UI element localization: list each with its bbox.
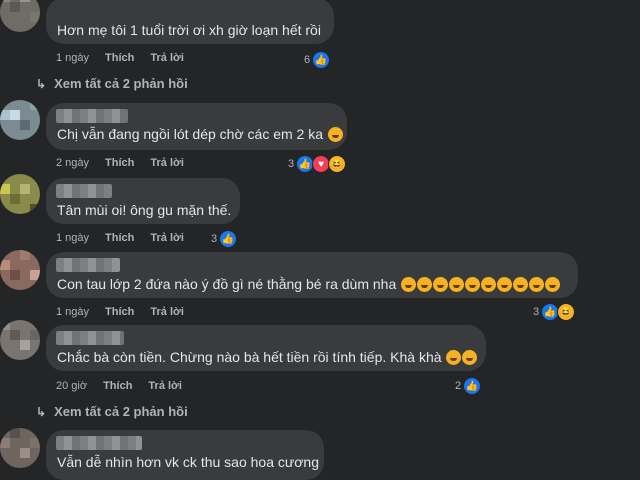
haha-reaction-icon: 😆 xyxy=(328,155,347,173)
comment-bubble: Chị vẫn đang ngồi lót dép chờ các em 2 k… xyxy=(46,103,347,150)
reply-button[interactable]: Trả lời xyxy=(150,306,184,318)
like-button[interactable]: Thích xyxy=(103,380,132,392)
avatar[interactable] xyxy=(0,428,40,468)
reply-arrow-icon: ↳ xyxy=(36,404,47,419)
laugh-emoji-icon xyxy=(529,277,545,292)
reaction-summary[interactable]: 2 👍 xyxy=(455,377,482,395)
comment-text: Chắc bà còn tiền. Chừng nào bà hết tiền … xyxy=(57,349,478,365)
comment-time[interactable]: 1 ngày xyxy=(56,306,89,318)
commenter-name[interactable] xyxy=(56,109,128,123)
reply-button[interactable]: Trả lời xyxy=(148,380,182,392)
commenter-name[interactable] xyxy=(56,331,124,345)
comment-time[interactable]: 1 ngày xyxy=(56,232,89,244)
like-reaction-icon: 👍 xyxy=(219,230,238,248)
like-button[interactable]: Thích xyxy=(105,157,134,169)
comment-text: Hơn mẹ tôi 1 tuổi trời ơi xh giờ loạn hế… xyxy=(57,22,321,38)
reaction-summary[interactable]: 3 👍 ♥ 😆 xyxy=(288,155,347,173)
haha-reaction-icon: 😆 xyxy=(557,303,576,321)
laugh-emoji-icon xyxy=(433,277,449,292)
comment-text: Vẫn dễ nhìn hơn vk ck thu sao hoa cương xyxy=(57,454,320,470)
laugh-emoji-icon xyxy=(481,277,497,292)
comment-bubble: Chắc bà còn tiền. Chừng nào bà hết tiền … xyxy=(46,325,486,371)
reaction-count: 3 xyxy=(211,233,218,245)
like-button[interactable]: Thích xyxy=(105,52,134,64)
commenter-name[interactable] xyxy=(56,184,112,198)
like-reaction-icon: 👍 xyxy=(312,51,331,69)
like-button[interactable]: Thích xyxy=(105,232,134,244)
laugh-emoji-icon xyxy=(446,350,462,365)
laugh-emoji-icon xyxy=(513,277,529,292)
laugh-emoji-icon xyxy=(462,350,478,365)
comment-time[interactable]: 1 ngày xyxy=(56,52,89,64)
laugh-emoji-icon xyxy=(401,277,417,292)
reaction-count: 3 xyxy=(288,158,295,170)
reaction-summary[interactable]: 3 👍 😆 xyxy=(533,303,576,321)
comment-bubble: Vẫn dễ nhìn hơn vk ck thu sao hoa cương xyxy=(46,430,324,480)
avatar[interactable] xyxy=(0,100,40,140)
like-reaction-icon: 👍 xyxy=(463,377,482,395)
comment-bubble: Con tau lớp 2 đứa nào ý đồ gì né thằng b… xyxy=(46,252,578,298)
avatar[interactable] xyxy=(0,174,40,214)
view-replies-link[interactable]: ↳ Xem tất cả 2 phản hồi xyxy=(36,76,188,91)
reaction-count: 2 xyxy=(455,380,462,392)
reply-button[interactable]: Trả lời xyxy=(150,232,184,244)
reaction-summary[interactable]: 6 👍 xyxy=(304,51,331,69)
laugh-emoji-icon xyxy=(449,277,465,292)
comment-time[interactable]: 2 ngày xyxy=(56,157,89,169)
reply-arrow-icon: ↳ xyxy=(36,76,47,91)
reaction-count: 3 xyxy=(533,306,540,318)
avatar[interactable] xyxy=(0,0,40,32)
reaction-summary[interactable]: 3 👍 xyxy=(211,230,238,248)
view-replies-label: Xem tất cả 2 phản hồi xyxy=(54,404,188,419)
reply-button[interactable]: Trả lời xyxy=(150,157,184,169)
avatar[interactable] xyxy=(0,250,40,290)
reaction-count: 6 xyxy=(304,54,311,66)
comment-bubble: Tân mùi oi! ông gu mặn thế. xyxy=(46,178,240,224)
reply-button[interactable]: Trả lời xyxy=(150,52,184,64)
laugh-emoji-icon xyxy=(465,277,481,292)
commenter-name[interactable] xyxy=(56,436,142,450)
view-replies-link[interactable]: ↳ Xem tất cả 2 phản hồi xyxy=(36,404,188,419)
comment-text: Con tau lớp 2 đứa nào ý đồ gì né thằng b… xyxy=(57,276,561,292)
laugh-emoji-icon xyxy=(327,127,343,142)
laugh-emoji-icon xyxy=(417,277,433,292)
laugh-emoji-icon xyxy=(497,277,513,292)
comment-bubble: Hơn mẹ tôi 1 tuổi trời ơi xh giờ loạn hế… xyxy=(46,0,334,44)
like-button[interactable]: Thích xyxy=(105,306,134,318)
view-replies-label: Xem tất cả 2 phản hồi xyxy=(54,76,188,91)
commenter-name[interactable] xyxy=(56,258,120,272)
comment-text: Tân mùi oi! ông gu mặn thế. xyxy=(57,202,232,218)
comment-text: Chị vẫn đang ngồi lót dép chờ các em 2 k… xyxy=(57,126,343,142)
laugh-emoji-icon xyxy=(545,277,561,292)
comment-time[interactable]: 20 giờ xyxy=(56,380,87,392)
avatar[interactable] xyxy=(0,320,40,360)
